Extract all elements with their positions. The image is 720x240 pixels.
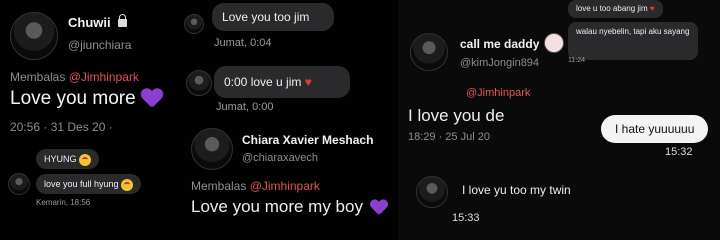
reply-mention[interactable]: @Jimhinpark bbox=[250, 179, 320, 193]
lock-icon bbox=[118, 14, 128, 27]
tweet-timestamp: 20:56 · 31 Des 20 · bbox=[10, 120, 113, 134]
reply-mention[interactable]: @Jimhinpark bbox=[69, 70, 139, 84]
dm-bubble[interactable]: 0:00 love u jim ♥ bbox=[214, 66, 350, 98]
display-name[interactable]: Chuwii bbox=[68, 14, 128, 30]
sent-dm-bubble[interactable]: I hate yuuuuuu bbox=[601, 115, 709, 143]
received-dm-text[interactable]: I love yu too my twin bbox=[462, 183, 571, 197]
tweet-text: Love you more bbox=[10, 88, 163, 110]
dm-text: 0:00 love u jim bbox=[224, 75, 302, 89]
dm-text: love you full hyung bbox=[44, 179, 119, 189]
dm-bubble[interactable]: love u too abang jim ♥ bbox=[568, 0, 663, 18]
dm-bubble[interactable]: love you full hyung bbox=[36, 174, 141, 194]
username[interactable]: @jiunchiara bbox=[68, 38, 132, 52]
dm-bubble[interactable]: walau nyebelin, tapi aku sayang bbox=[568, 22, 698, 60]
dm-avatar[interactable] bbox=[184, 14, 204, 34]
tweet-text: Love you more my boy bbox=[191, 197, 390, 218]
tweet-body: Love you more my boy bbox=[191, 197, 363, 216]
display-name[interactable]: Chiara Xavier Meshach bbox=[242, 133, 373, 147]
dm-avatar[interactable] bbox=[186, 70, 212, 96]
purple-heart-icon bbox=[141, 89, 163, 109]
heart-eyes-emoji bbox=[78, 153, 91, 166]
reply-label: Membalas bbox=[191, 179, 247, 193]
tweet-timestamp: 18:29 · 25 Jul 20 bbox=[408, 131, 490, 143]
reply-mention[interactable]: @Jimhinpark bbox=[466, 87, 530, 99]
dm-timestamp: 11:24 bbox=[568, 57, 585, 64]
panel-chuwii: Chuwii @jiunchiara Membalas @Jimhinpark … bbox=[0, 0, 176, 240]
tweet-body: Love you more bbox=[10, 88, 136, 109]
dm-timestamp: Jumat, 0:00 bbox=[216, 101, 274, 113]
reply-context: @Jimhinpark bbox=[466, 87, 530, 99]
dm-text: HYUNG bbox=[44, 154, 77, 164]
dm-timestamp: Jumat, 0:04 bbox=[214, 37, 272, 49]
avatar[interactable] bbox=[410, 33, 448, 71]
dm-timestamp: 15:32 bbox=[665, 146, 693, 158]
username[interactable]: @chiaraxavech bbox=[242, 152, 318, 164]
dm-bubble[interactable]: Love you too jim bbox=[212, 3, 334, 31]
heart-eyes-emoji bbox=[120, 178, 133, 191]
username[interactable]: @kimJongin894 bbox=[460, 57, 539, 69]
purple-heart-icon bbox=[370, 200, 388, 216]
display-name-text: Chuwii bbox=[68, 15, 111, 30]
reply-context: Membalas @Jimhinpark bbox=[191, 179, 320, 193]
dm-timestamp: Kemarin, 18:56 bbox=[36, 198, 91, 207]
avatar[interactable] bbox=[10, 12, 58, 60]
avatar[interactable] bbox=[191, 128, 233, 170]
dm-bubble[interactable]: HYUNG bbox=[36, 149, 99, 169]
dm-avatar[interactable] bbox=[416, 176, 448, 208]
tweet-text: I love you de bbox=[408, 106, 505, 125]
red-heart-icon: ♥ bbox=[649, 4, 655, 13]
reply-context: Membalas @Jimhinpark bbox=[10, 70, 139, 84]
dm-avatar[interactable] bbox=[8, 173, 30, 195]
dm-text: love u too abang jim bbox=[576, 4, 648, 13]
dm-timestamp: 15:33 bbox=[452, 212, 480, 224]
panel-daddy: call me daddy @kimJongin894 love u too a… bbox=[398, 0, 720, 240]
reply-label: Membalas bbox=[10, 70, 66, 84]
profile-badge-avatar bbox=[544, 33, 564, 53]
red-heart-icon: ♥ bbox=[304, 75, 312, 89]
display-name[interactable]: call me daddy bbox=[460, 37, 539, 51]
panel-chiara: Love you too jim Jumat, 0:04 0:00 love u… bbox=[176, 0, 398, 240]
